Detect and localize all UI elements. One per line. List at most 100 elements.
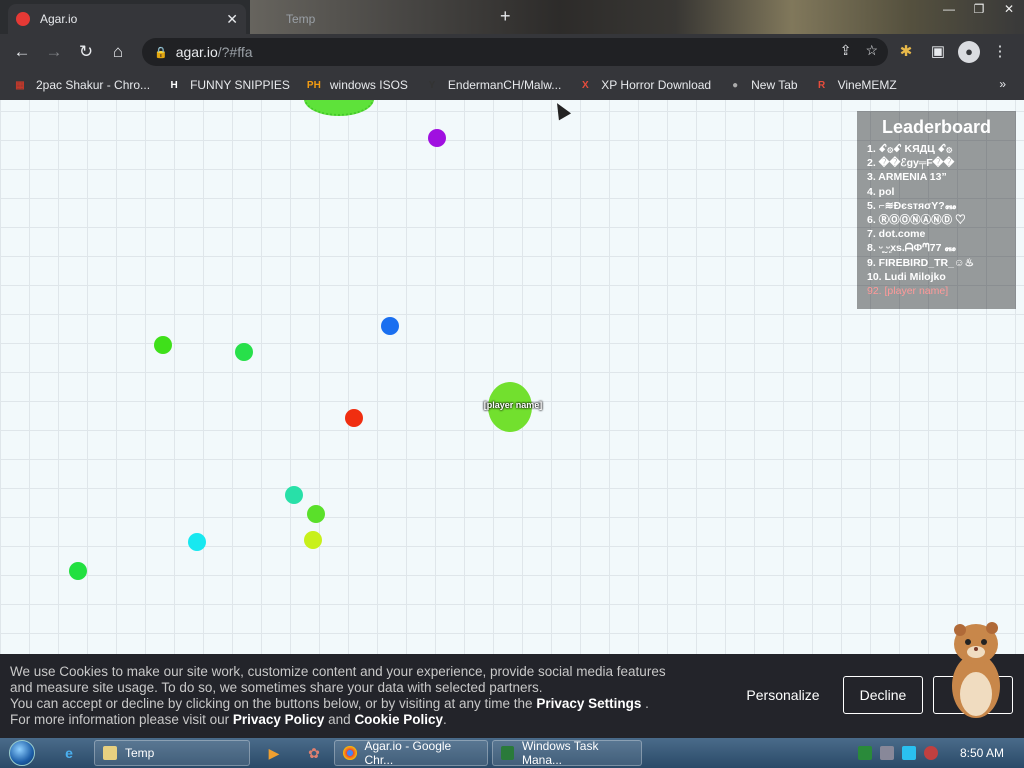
internet-explorer-icon[interactable]: e <box>44 739 94 767</box>
close-tab-icon[interactable]: ✕ <box>226 11 238 28</box>
profile-avatar-icon[interactable]: ● <box>958 41 980 63</box>
bookmark-label: XP Horror Download <box>601 78 712 92</box>
start-button[interactable] <box>0 738 44 768</box>
agario-favicon-icon <box>16 12 30 26</box>
food-pellet <box>381 317 399 335</box>
taskbar-task-temp[interactable]: Temp <box>94 740 250 766</box>
browser-toolbar: ← → ↻ ⌂ 🔒 agar.io /?#ffa ⇪ ☆ ✱ ▣ ● ⋮ <box>0 34 1024 70</box>
cookie-line: We use Cookies to make our site work, cu… <box>10 664 666 679</box>
window-close-icon[interactable]: ✕ <box>994 0 1024 20</box>
leaderboard-own-rank: 92. [player name] <box>867 285 949 298</box>
leaderboard-row: 8. ᵕ͈ ̮ᵕ͈xs.ᗩΦᘉ77 ꘏ <box>867 242 957 255</box>
tray-volume-icon[interactable] <box>923 746 938 760</box>
taskbar-task-chrome[interactable]: Agar.io - Google Chr... <box>334 739 488 767</box>
bookmark-star-icon[interactable]: ☆ <box>865 42 878 59</box>
privacy-settings-link[interactable]: Privacy Settings <box>536 696 641 711</box>
tray-app-icon[interactable] <box>857 746 872 760</box>
taskbar-task-label: Windows Task Mana... <box>521 739 599 767</box>
food-pellet <box>304 531 322 549</box>
task-manager-icon <box>501 746 514 760</box>
share-icon[interactable]: ⇪ <box>840 42 852 59</box>
bookmark-label: windows ISOS <box>329 78 408 92</box>
cookie-banner: We use Cookies to make our site work, cu… <box>0 654 1024 738</box>
food-pellet <box>428 129 446 147</box>
plus-icon[interactable]: + <box>500 6 511 27</box>
bookmark-favicon-icon: R <box>817 79 826 91</box>
food-pellet <box>285 486 303 504</box>
leaderboard-row: 2. ��ℰgy╤F�� <box>867 157 955 170</box>
leaderboard-row: 7. dot.come <box>867 228 926 241</box>
food-pellet <box>154 336 172 354</box>
game-canvas[interactable]: [player name] Leaderboard 1. ꗃ۞ꗃ KЯДЦ ꗃ۞… <box>0 100 1024 654</box>
enemy-cell <box>304 100 374 116</box>
bookmark-item[interactable]: ▦ 2pac Shakur - Chro... <box>12 77 150 93</box>
side-panel-icon[interactable]: ▣ <box>926 38 950 66</box>
menu-kebab-icon[interactable]: ⋮ <box>988 38 1012 66</box>
media-player-icon[interactable]: ▶ <box>254 739 294 767</box>
cookie-policy-link[interactable]: Cookie Policy <box>354 712 443 727</box>
player-name: [player name] <box>483 400 543 410</box>
bookmark-item[interactable]: PH windows ISOS <box>306 77 408 93</box>
tray-network-icon[interactable] <box>879 746 894 760</box>
bookmark-item[interactable]: ● New Tab <box>727 77 798 93</box>
taskbar-task-label: Temp <box>125 746 155 760</box>
food-pellet <box>235 343 253 361</box>
bookmark-item[interactable]: Y EndermanCH/Malw... <box>424 77 562 93</box>
bookmark-favicon-icon: ● <box>732 79 739 91</box>
reload-icon[interactable]: ↻ <box>70 36 102 68</box>
bookmark-label: EndermanCH/Malw... <box>447 78 562 92</box>
privacy-policy-link[interactable]: Privacy Policy <box>233 712 325 727</box>
bookmark-label: New Tab <box>751 78 798 92</box>
chrome-icon <box>343 746 357 760</box>
taskbar-task-label: Agar.io - Google Chr... <box>364 739 452 767</box>
address-bar[interactable]: 🔒 agar.io /?#ffa ⇪ ☆ <box>142 38 888 66</box>
tray-display-icon[interactable] <box>901 746 916 760</box>
tab-title: Agar.io <box>40 12 78 26</box>
bookmarks-bar: ▦ 2pac Shakur - Chro... H FUNNY SNIPPIES PH w… <box>0 70 1024 100</box>
extensions-puzzle-icon[interactable]: ✱ <box>894 38 918 66</box>
bookmark-favicon-icon: H <box>170 79 178 91</box>
tab-agario[interactable]: Agar.io ✕ <box>8 4 246 34</box>
restore-icon[interactable]: ❐ <box>964 0 994 20</box>
leaderboard-row: 4. pol <box>867 185 895 198</box>
bookmark-label: FUNNY SNIPPIES <box>190 78 290 92</box>
window-controls: — ❐ ✕ <box>934 0 1024 20</box>
hamster-mascot-icon <box>952 622 1000 718</box>
bookmark-item[interactable]: H FUNNY SNIPPIES <box>166 77 290 93</box>
bookmark-favicon-icon: PH <box>306 79 321 91</box>
bookmark-item[interactable]: X XP Horror Download <box>577 77 711 93</box>
leaderboard-row: 10. Ludi Milojko <box>867 270 946 283</box>
bookmarks-overflow-icon[interactable]: » <box>999 77 1006 91</box>
cookie-line: and measure site usage. To do so, we som… <box>10 680 543 695</box>
cookie-text-fragment: . <box>442 712 447 727</box>
home-icon[interactable]: ⌂ <box>102 36 134 68</box>
bookmark-favicon-icon: ▦ <box>15 79 25 91</box>
windows-taskbar: e Temp ▶ ✿ Agar.io - Google Chr... Windo… <box>0 738 1024 768</box>
bookmark-item[interactable]: R VineMEMZ <box>814 77 897 93</box>
bookmark-label: VineMEMZ <box>837 78 897 92</box>
url-host: agar.io <box>175 44 218 60</box>
tab-temp[interactable]: Temp <box>252 4 488 34</box>
leaderboard-row: 6. ⓇⓄⓄⓃⒶⓃⒹ ♡ <box>867 214 966 227</box>
windows-orb-icon <box>9 740 35 766</box>
food-pellet <box>307 505 325 523</box>
bookmark-favicon-icon: X <box>581 79 589 91</box>
forward-arrow-icon[interactable]: → <box>38 36 70 68</box>
bookmark-label: 2pac Shakur - Chro... <box>36 78 151 92</box>
personalize-button[interactable]: Personalize <box>733 676 833 714</box>
clock[interactable]: 8:50 AM <box>960 746 1004 760</box>
minimize-icon[interactable]: — <box>934 0 964 20</box>
decline-button[interactable]: Decline <box>843 676 923 714</box>
taskbar-task-task-manager[interactable]: Windows Task Mana... <box>492 739 642 767</box>
mouse-cursor-icon <box>550 100 572 121</box>
tab-strip: Agar.io ✕ Temp + — ❐ ✕ <box>0 0 1024 34</box>
cookie-text: We use Cookies to make our site work, cu… <box>0 654 730 738</box>
food-pellet <box>188 533 206 551</box>
leaderboard-row: 5. ⌐≋ĐєѕтяσΥ?꘏ <box>867 199 957 212</box>
lock-icon[interactable]: 🔒 <box>154 46 168 59</box>
cookie-text-fragment: You can accept or decline by clicking on… <box>10 696 537 711</box>
back-arrow-icon[interactable]: ← <box>6 36 38 68</box>
bookmark-favicon-icon: Y <box>428 79 436 91</box>
cookie-text-fragment: For more information please visit our <box>10 712 233 727</box>
paint-icon[interactable]: ✿ <box>294 739 334 767</box>
